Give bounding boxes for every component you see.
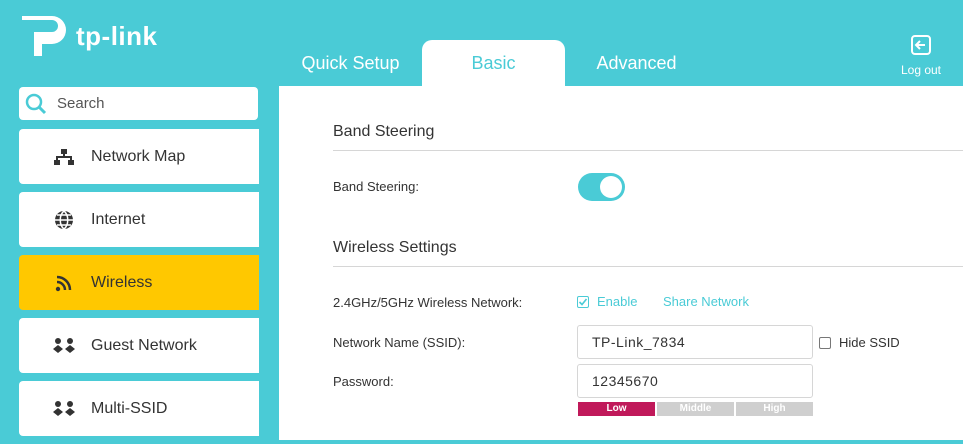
share-network-link[interactable]: Share Network [663, 294, 749, 309]
sidebar-item-label: Guest Network [91, 336, 197, 354]
checkmark-icon [577, 295, 589, 308]
main-content: Band Steering Band Steering: Wireless Se… [279, 86, 963, 440]
sidebar-item-label: Network Map [91, 147, 186, 165]
tab-advanced[interactable]: Advanced [565, 40, 708, 86]
hide-ssid-label: Hide SSID [839, 335, 900, 350]
sidebar-item-network-map[interactable]: Network Map [19, 129, 259, 184]
tab-quick-setup[interactable]: Quick Setup [279, 40, 422, 86]
ssid-label: Network Name (SSID): [333, 335, 466, 350]
guest-network-icon [49, 337, 79, 355]
enable-label: Enable [597, 294, 638, 309]
tp-link-logo-icon [22, 16, 66, 56]
multi-ssid-icon [49, 400, 79, 418]
sidebar-item-guest-network[interactable]: Guest Network [19, 318, 259, 373]
sidebar-item-wireless[interactable]: Wireless [19, 255, 259, 310]
hide-ssid-checkbox[interactable]: Hide SSID [819, 335, 900, 350]
divider [333, 266, 963, 267]
logout-label: Log out [900, 63, 942, 77]
main-tabs: Quick Setup Basic Advanced [279, 40, 708, 86]
ssid-input[interactable] [577, 325, 813, 359]
logout-icon [911, 35, 931, 55]
sidebar-nav: Network Map Internet Wireless Guest Netw… [19, 129, 259, 444]
logout-button[interactable]: Log out [896, 34, 946, 77]
network-map-icon [49, 147, 79, 167]
search-input[interactable] [55, 94, 239, 113]
wireless-network-label: 2.4GHz/5GHz Wireless Network: [333, 295, 523, 310]
search-box [19, 87, 258, 120]
sidebar-item-label: Multi-SSID [91, 399, 168, 417]
sidebar-item-internet[interactable]: Internet [19, 192, 259, 247]
divider [333, 150, 963, 151]
band-steering-label: Band Steering: [333, 179, 420, 194]
globe-icon [49, 209, 79, 231]
password-input[interactable] [577, 364, 813, 398]
sidebar-item-multi-ssid[interactable]: Multi-SSID [19, 381, 259, 436]
toggle-knob [600, 176, 622, 198]
brand-name: tp-link [76, 20, 158, 51]
strength-high: High [736, 402, 813, 416]
search-icon [25, 93, 47, 114]
tp-link-logo: tp-link [18, 12, 158, 60]
band-steering-toggle[interactable] [578, 173, 625, 201]
strength-low: Low [578, 402, 655, 416]
sidebar-item-label: Internet [91, 210, 146, 228]
tab-basic[interactable]: Basic [422, 40, 565, 86]
password-strength-meter: Low Middle High [578, 402, 815, 416]
strength-middle: Middle [657, 402, 734, 416]
sidebar-item-label: Wireless [91, 273, 153, 291]
enable-checkbox[interactable]: Enable [577, 294, 637, 309]
wireless-settings-title: Wireless Settings [333, 239, 457, 256]
wifi-icon [49, 273, 79, 293]
password-label: Password: [333, 374, 394, 389]
band-steering-title: Band Steering [333, 123, 435, 140]
checkbox-box [819, 336, 831, 349]
